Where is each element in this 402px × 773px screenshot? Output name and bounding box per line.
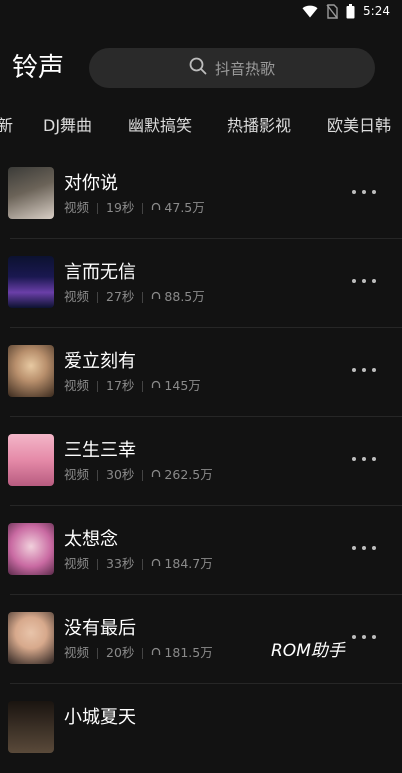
status-time: 5:24	[363, 4, 390, 18]
no-sim-icon	[326, 3, 339, 19]
status-bar: 5:24	[0, 0, 402, 22]
play-count: 145万	[164, 378, 201, 393]
more-options-button[interactable]	[352, 542, 376, 554]
headphone-icon	[151, 645, 161, 661]
more-options-button[interactable]	[352, 631, 376, 643]
duration: 17秒	[106, 378, 135, 393]
list-item[interactable]: 对你说 视频 19秒 47.5万	[0, 150, 402, 239]
battery-icon	[346, 3, 355, 19]
more-options-button[interactable]	[352, 186, 376, 198]
song-title: 对你说	[64, 173, 118, 194]
type-label: 视频	[64, 645, 90, 660]
list-item[interactable]: 小城夏天	[0, 684, 402, 773]
thumbnail	[8, 612, 54, 664]
duration: 19秒	[106, 200, 135, 215]
thumbnail	[8, 701, 54, 753]
watermark: ROM助手	[271, 641, 345, 661]
tab-humor[interactable]: 幽默搞笑	[128, 114, 192, 138]
song-meta: 视频 19秒 47.5万	[64, 200, 205, 216]
headphone-icon	[151, 467, 161, 483]
wifi-icon	[302, 5, 318, 18]
list-item[interactable]: 言而无信 视频 27秒 88.5万	[0, 239, 402, 328]
thumbnail	[8, 345, 54, 397]
song-title: 没有最后	[64, 618, 136, 639]
type-label: 视频	[64, 467, 90, 482]
divider	[142, 469, 144, 481]
play-count: 262.5万	[164, 467, 213, 482]
headphone-icon	[151, 289, 161, 305]
thumbnail	[8, 256, 54, 308]
headphone-icon	[151, 556, 161, 572]
header: 铃声 抖音热歌	[0, 44, 402, 92]
duration: 30秒	[106, 467, 135, 482]
more-options-button[interactable]	[352, 275, 376, 287]
divider	[142, 380, 144, 392]
song-title: 爱立刻有	[64, 351, 136, 372]
tab-new[interactable]: 新	[0, 114, 13, 138]
headphone-icon	[151, 200, 161, 216]
play-count: 47.5万	[164, 200, 205, 215]
divider	[97, 291, 99, 303]
thumbnail	[8, 523, 54, 575]
divider	[142, 202, 144, 214]
type-label: 视频	[64, 200, 90, 215]
play-count: 88.5万	[164, 289, 205, 304]
search-input[interactable]: 抖音热歌	[89, 48, 375, 88]
tab-western[interactable]: 欧美日韩	[327, 114, 391, 138]
play-count: 184.7万	[164, 556, 213, 571]
page-title: 铃声	[12, 53, 65, 83]
duration: 20秒	[106, 645, 135, 660]
more-options-button[interactable]	[352, 364, 376, 376]
thumbnail	[8, 167, 54, 219]
category-tabs: 新 DJ舞曲 幽默搞笑 热播影视 欧美日韩	[0, 108, 402, 144]
song-meta: 视频 30秒 262.5万	[64, 467, 213, 483]
type-label: 视频	[64, 289, 90, 304]
divider	[97, 558, 99, 570]
list-item[interactable]: 太想念 视频 33秒 184.7万	[0, 506, 402, 595]
song-meta: 视频 27秒 88.5万	[64, 289, 205, 305]
divider	[97, 380, 99, 392]
divider	[142, 291, 144, 303]
song-title: 太想念	[64, 529, 118, 550]
divider	[97, 202, 99, 214]
more-options-button[interactable]	[352, 453, 376, 465]
search-placeholder: 抖音热歌	[214, 59, 275, 78]
song-title: 言而无信	[64, 262, 136, 283]
search-icon	[189, 57, 207, 79]
song-meta: 视频 17秒 145万	[64, 378, 201, 394]
song-title: 小城夏天	[64, 707, 136, 728]
play-count: 181.5万	[164, 645, 213, 660]
divider	[142, 558, 144, 570]
divider	[97, 647, 99, 659]
thumbnail	[8, 434, 54, 486]
song-meta: 视频 33秒 184.7万	[64, 556, 213, 572]
tab-drama[interactable]: 热播影视	[227, 114, 291, 138]
headphone-icon	[151, 378, 161, 394]
divider	[142, 647, 144, 659]
list-item[interactable]: 爱立刻有 视频 17秒 145万	[0, 328, 402, 417]
type-label: 视频	[64, 378, 90, 393]
song-title: 三生三幸	[64, 440, 136, 461]
duration: 33秒	[106, 556, 135, 571]
tab-dj[interactable]: DJ舞曲	[43, 114, 92, 138]
type-label: 视频	[64, 556, 90, 571]
duration: 27秒	[106, 289, 135, 304]
divider	[97, 469, 99, 481]
song-meta: 视频 20秒 181.5万	[64, 645, 213, 661]
list-item[interactable]: 三生三幸 视频 30秒 262.5万	[0, 417, 402, 506]
